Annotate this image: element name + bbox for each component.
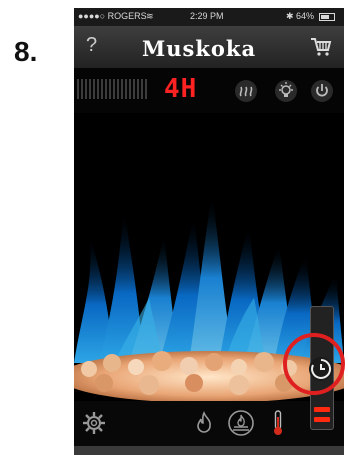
temperature-display: 4H [164,74,198,104]
battery-percent: 64% [296,11,315,21]
carrier-label: ●●●●○ ROGERS [78,11,147,21]
bluetooth-icon: ✱ [286,11,294,21]
status-bar: ●●●●○ ROGERS ≋ 2:29 PM ✱ 64% [74,8,344,26]
heat-icon[interactable] [234,79,258,103]
help-button[interactable]: ? [86,34,97,57]
timer-level-bar [314,407,330,412]
timer-highlight-circle [283,333,345,395]
battery-icon [319,13,335,21]
bottom-strip [74,446,344,455]
gear-icon[interactable] [82,411,106,435]
flame-icon[interactable] [192,411,216,435]
light-bulb-icon[interactable] [274,79,298,103]
power-icon[interactable] [310,79,334,103]
level-meter [77,79,147,99]
step-label: 8. [14,36,38,67]
cart-icon[interactable] [310,37,332,62]
brand-logo: Muskoka [142,36,257,61]
thermometer-icon[interactable] [270,409,286,437]
app-header: ? Muskoka [74,26,344,68]
ember-bed-icon[interactable] [228,410,254,436]
wifi-icon: ≋ [146,11,154,21]
bottom-bar [74,401,344,446]
control-row: 4H [74,68,344,113]
clock-label: 2:29 PM [190,11,224,21]
timer-level-bar [314,417,330,422]
